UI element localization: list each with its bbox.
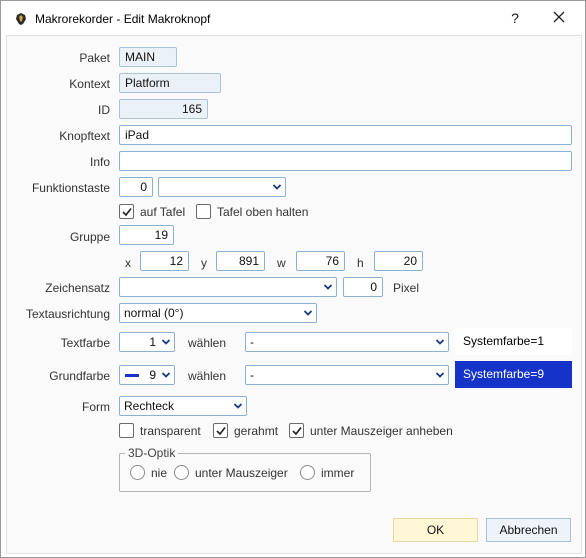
- optik-option-nie-label: nie: [151, 466, 168, 480]
- grundfarbe-choice-select[interactable]: -: [245, 365, 449, 385]
- x-label: x: [125, 256, 131, 270]
- auf-tafel-checkbox[interactable]: [119, 204, 134, 219]
- w-label: w: [277, 256, 286, 270]
- color-swatch: [125, 374, 139, 377]
- id-field: 165: [119, 99, 208, 119]
- w-input[interactable]: 76: [296, 251, 345, 271]
- help-button[interactable]: ?: [505, 7, 525, 29]
- textfarbe-label: Textfarbe: [60, 336, 110, 350]
- knopftext-label: Knopftext: [59, 129, 110, 143]
- id-label: ID: [98, 103, 110, 117]
- textausrichtung-label: Textausrichtung: [25, 307, 110, 321]
- knopftext-input[interactable]: iPad: [119, 125, 572, 145]
- grundfarbe-number-select[interactable]: 9: [119, 365, 175, 385]
- chevron-down-icon: [161, 372, 171, 378]
- textausrichtung-value: normal (0°): [124, 306, 184, 320]
- zeichensatz-select[interactable]: [119, 277, 337, 297]
- chevron-down-icon: [272, 184, 282, 190]
- unter-mauszeiger-anheben-checkbox[interactable]: [289, 423, 304, 438]
- pixel-label: Pixel: [393, 281, 420, 295]
- close-icon: [553, 11, 565, 23]
- close-button[interactable]: [547, 7, 571, 29]
- optik-radio-nie[interactable]: [130, 465, 145, 480]
- grundfarbe-preview: Systemfarbe=9: [455, 361, 572, 388]
- paket-label: Paket: [79, 51, 110, 65]
- checkmark-icon: [122, 208, 132, 217]
- kontext-field: Platform: [119, 73, 221, 93]
- gerahmt-checkbox[interactable]: [213, 423, 228, 438]
- tafel-oben-halten-label: Tafel oben halten: [217, 205, 309, 219]
- form-value: Rechteck: [124, 399, 175, 413]
- checkmark-icon: [292, 427, 302, 436]
- transparent-checkbox[interactable]: [119, 423, 134, 438]
- y-input[interactable]: 891: [216, 251, 265, 271]
- textausrichtung-select[interactable]: normal (0°): [119, 303, 317, 323]
- gruppe-label: Gruppe: [69, 230, 110, 244]
- grundfarbe-waehlen-label: wählen: [188, 369, 227, 383]
- info-input[interactable]: [119, 151, 572, 171]
- funktionstaste-number-input[interactable]: 0: [119, 177, 153, 197]
- transparent-label: transparent: [140, 424, 201, 438]
- h-label: h: [357, 256, 364, 270]
- optik-radio-unter-mauszeiger[interactable]: [174, 465, 189, 480]
- auf-tafel-label: auf Tafel: [140, 205, 186, 219]
- pixel-input[interactable]: 0: [343, 277, 383, 297]
- funktionstaste-key-select[interactable]: [158, 177, 286, 197]
- h-input[interactable]: 20: [374, 251, 423, 271]
- textfarbe-choice-select[interactable]: -: [245, 332, 449, 352]
- optik-option-immer-label: immer: [321, 466, 355, 480]
- paket-field: MAIN: [119, 47, 177, 67]
- app-icon: [16, 13, 26, 25]
- tafel-oben-halten-checkbox[interactable]: [196, 204, 211, 219]
- grundfarbe-label: Grundfarbe: [49, 369, 110, 383]
- zeichensatz-label: Zeichensatz: [45, 281, 110, 295]
- chevron-down-icon: [323, 284, 333, 290]
- ok-button[interactable]: OK: [393, 518, 478, 542]
- chevron-down-icon: [435, 372, 445, 378]
- window-title: Makrorekorder - Edit Makroknopf: [35, 12, 211, 26]
- optik-option-unter-mauszeiger-label: unter Mauszeiger: [195, 466, 288, 480]
- form-label: Form: [82, 400, 110, 414]
- y-label: y: [201, 256, 207, 270]
- textfarbe-preview: Systemfarbe=1: [455, 328, 572, 355]
- optik-radio-immer[interactable]: [300, 465, 315, 480]
- unter-mauszeiger-anheben-label: unter Mauszeiger anheben: [310, 424, 453, 438]
- x-input[interactable]: 12: [140, 251, 189, 271]
- grundfarbe-number-value: 9: [149, 368, 156, 382]
- optik-legend: 3D-Optik: [125, 446, 179, 460]
- grundfarbe-choice-value: -: [250, 368, 254, 382]
- gruppe-input[interactable]: 19: [119, 225, 174, 245]
- funktionstaste-label: Funktionstaste: [31, 181, 110, 195]
- cancel-button[interactable]: Abbrechen: [486, 518, 571, 542]
- title-bar: Makrorekorder - Edit Makroknopf ?: [1, 1, 585, 35]
- gerahmt-label: gerahmt: [234, 424, 279, 438]
- chevron-down-icon: [303, 310, 313, 316]
- chevron-down-icon: [161, 339, 171, 345]
- textfarbe-number-select[interactable]: 1: [119, 332, 175, 352]
- info-label: Info: [89, 155, 110, 169]
- chevron-down-icon: [233, 403, 243, 409]
- dialog-content: Paket MAIN Kontext Platform ID 165 Knopf…: [6, 35, 582, 554]
- textfarbe-waehlen-label: wählen: [188, 336, 227, 350]
- dialog-window: Makrorekorder - Edit Makroknopf ? Paket …: [0, 0, 586, 558]
- form-select[interactable]: Rechteck: [119, 396, 247, 416]
- kontext-label: Kontext: [69, 77, 110, 91]
- checkmark-icon: [216, 427, 226, 436]
- textfarbe-choice-value: -: [250, 335, 254, 349]
- textfarbe-number-value: 1: [149, 335, 156, 349]
- chevron-down-icon: [435, 339, 445, 345]
